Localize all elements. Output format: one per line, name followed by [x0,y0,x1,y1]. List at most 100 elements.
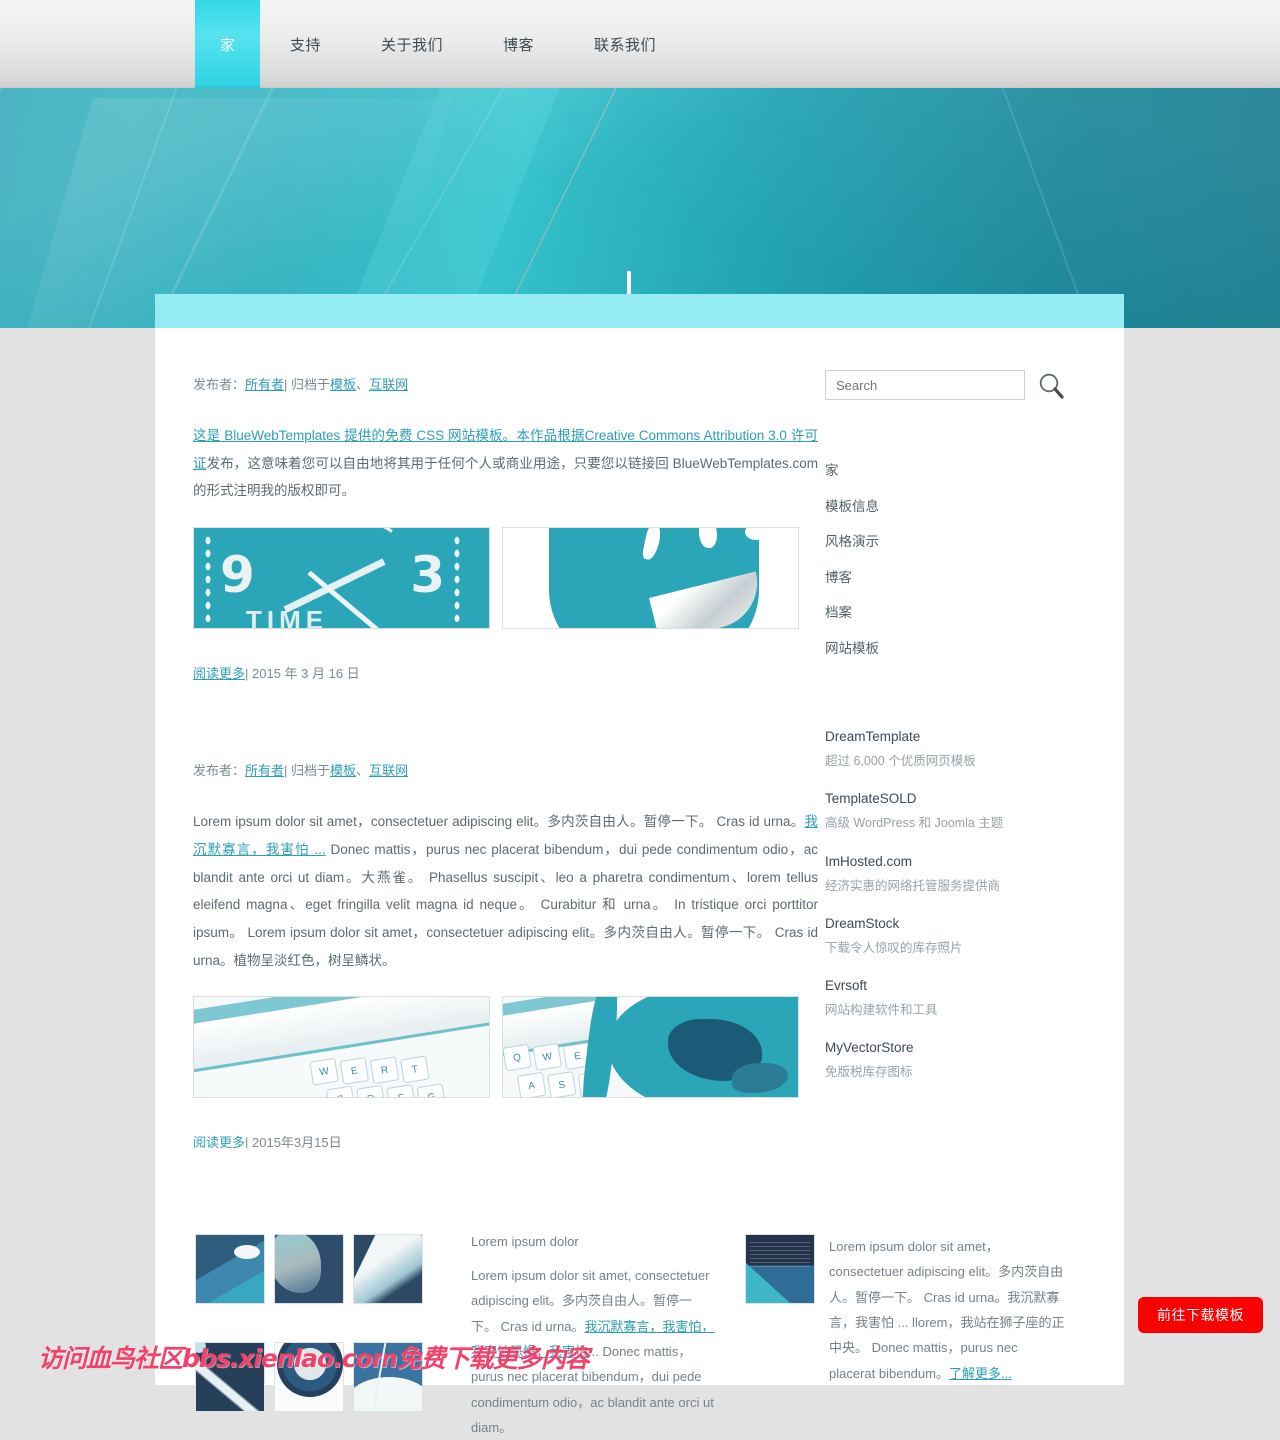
sponsor-title[interactable]: DreamStock [825,916,1105,931]
sponsor-title[interactable]: TemplateSOLD [825,791,1105,806]
sponsor-desc: 网站构建软件和工具 [825,1003,938,1017]
keyboard-image[interactable]: W E R T S D F G X C V [193,996,490,1099]
nav-item-support[interactable]: 支持 [260,0,351,88]
sidebar-item-blog[interactable]: 博客 [825,570,1105,607]
post-body: Lorem ipsum dolor sit amet，consectetuer … [193,808,818,974]
sidebar-item-home[interactable]: 家 [825,464,1105,500]
bottom-right-thumb-abstract[interactable] [745,1234,815,1304]
clock-numeral-three: 3 [410,546,445,605]
sidebar-sponsor-links: DreamTemplate 超过 6,000 个优质网页模板 TemplateS… [825,729,1105,1081]
continent-shape [699,528,717,549]
clock-numeral-nine: 9 [220,546,255,605]
sidebar: 家 模板信息 风格演示 博客 档案 网站模板 DreamTemplate 超过 … [815,328,1105,1191]
sponsor-title[interactable]: MyVectorStore [825,1040,1105,1055]
sponsor-link-item: MyVectorStore 免版税库存图标 [825,1040,1105,1080]
post-author-link[interactable]: 所有者 [245,377,284,392]
keyboard-map-image[interactable]: Q W E A S D [502,996,799,1099]
sponsor-link-item: TemplateSOLD 高级 WordPress 和 Joomla 主题 [825,791,1105,831]
sponsor-link-item: ImHosted.com 经济实惠的网络托管服务提供商 [825,854,1105,894]
nav-item-about[interactable]: 关于我们 [351,0,473,88]
bottom-heading: Lorem ipsum dolor [471,1234,579,1249]
continent-shape [641,528,663,562]
sidebar-item-style-demo[interactable]: 风格演示 [825,535,1105,571]
nav-item-label: 博客 [503,36,535,54]
keyboard-art: W E R T S D F G X C V [194,997,489,1098]
nav-item-blog[interactable]: 博客 [473,0,564,88]
sponsor-desc: 下载令人惊叹的库存照片 [825,940,963,955]
main-content-panel: 发布者：所有者| 归档于模板、互联网 这是 BlueWebTemplates 提… [155,294,1124,1192]
thumb-art [354,1342,422,1411]
read-more-link[interactable]: 阅读更多 [193,666,245,681]
main-nav: 家 支持 关于我们 博客 联系我们 [195,0,686,88]
post-meta-sep: | 归档于 [284,763,331,779]
continent-shape [745,528,767,541]
sidebar-item-website-templates[interactable]: 网站模板 [825,641,1105,678]
sponsor-title[interactable]: DreamTemplate [825,729,1105,744]
post-body-b: Donec mattis，purus nec placerat bibendum… [193,841,818,968]
sponsor-desc: 超过 6,000 个优质网页模板 [825,754,976,768]
search-input[interactable] [825,370,1025,400]
post-category-link-2[interactable]: 互联网 [369,377,408,392]
post-meta-prefix: 发布者： [193,377,246,392]
clock-image[interactable]: 9 3 TIME [193,527,490,630]
bottom-right-column: Lorem ipsum dolor sit amet，consectetuer … [735,1234,1065,1440]
post-item: 发布者：所有者| 归档于模板、互联网 Lorem ipsum dolor sit… [193,760,818,1151]
download-template-button[interactable]: 前往下载模板 [1138,1297,1263,1333]
nav-item-label: 联系我们 [594,36,657,54]
gallery-thumb-dome[interactable] [274,1341,344,1412]
bottom-middle-column: Lorem ipsum dolor Lorem ipsum dolor sit … [435,1234,735,1440]
thumb-art [275,1235,343,1303]
learn-more-link[interactable]: 了解更多... [949,1366,1012,1381]
nav-item-contact[interactable]: 联系我们 [564,0,686,88]
gallery-thumb-film[interactable] [353,1234,423,1304]
sponsor-desc: 经济实惠的网络托管服务提供商 [825,878,1001,893]
post-body: 这是 BlueWebTemplates 提供的免费 CSS 网站模板。本作品根据… [193,422,818,505]
post-author-link[interactable]: 所有者 [245,763,284,778]
panel-body: 发布者：所有者| 归档于模板、互联网 这是 BlueWebTemplates 提… [155,328,1124,1191]
clock-face-art: 9 3 TIME [194,528,489,629]
bottom-panel: Lorem ipsum dolor Lorem ipsum dolor sit … [155,1148,1124,1435]
globe-image[interactable] [502,527,799,630]
nav-item-label: 关于我们 [381,36,444,54]
nav-item-label: 支持 [290,36,322,54]
post-body-a: Lorem ipsum dolor sit amet，consectetuer … [193,814,805,830]
clock-hand [282,528,393,533]
sidebar-item-template-info[interactable]: 模板信息 [825,499,1105,536]
panel-accent-bar [155,294,1124,328]
gallery-thumb-map[interactable] [274,1234,344,1304]
keyboard-key: W [309,1057,339,1086]
nav-item-label: 家 [219,36,236,54]
sponsor-link-item: Evrsoft 网站构建软件和工具 [825,978,1105,1018]
thumb-art [275,1342,343,1411]
gallery-thumb-road[interactable] [195,1234,265,1304]
search-icon[interactable] [1037,371,1065,399]
sponsor-title[interactable]: Evrsoft [825,978,1105,993]
keyboard-key: R [369,1056,400,1085]
keyboard-key: G [416,1083,447,1098]
post-meta-prefix: 发布者： [193,763,246,779]
post-category-link-1[interactable]: 模板 [330,377,356,392]
thumb-art [354,1235,422,1303]
post-category-sep: 、 [356,763,370,779]
sidebar-item-archive[interactable]: 档案 [825,606,1105,642]
post-category-sep: 、 [356,377,370,392]
keyboard-key: E [339,1057,370,1086]
globe-art [503,528,798,629]
post-category-link-2[interactable]: 互联网 [369,763,408,778]
keyboard-key: S [547,1071,577,1098]
gallery-thumb-arc[interactable] [353,1341,423,1412]
nav-item-home[interactable]: 家 [195,0,260,88]
keyboard-key: T [400,1055,430,1084]
thumb-art [196,1342,264,1411]
keyboard-key: A [516,1072,547,1098]
keyboard-map-art: Q W E A S D [503,997,798,1098]
gallery-thumb-wave[interactable] [195,1341,265,1412]
bottom-panel-inner: Lorem ipsum dolor Lorem ipsum dolor sit … [155,1148,1124,1440]
sponsor-title[interactable]: ImHosted.com [825,854,1105,869]
keyboard-key: F [386,1084,416,1098]
post-category-link-1[interactable]: 模板 [330,763,356,778]
post-image-row: 9 3 TIME [193,527,815,630]
post-spacer [193,682,815,760]
date-separator: | [245,666,253,682]
bottom-right-body-a: Lorem ipsum dolor sit amet，consectetuer … [829,1239,1065,1381]
